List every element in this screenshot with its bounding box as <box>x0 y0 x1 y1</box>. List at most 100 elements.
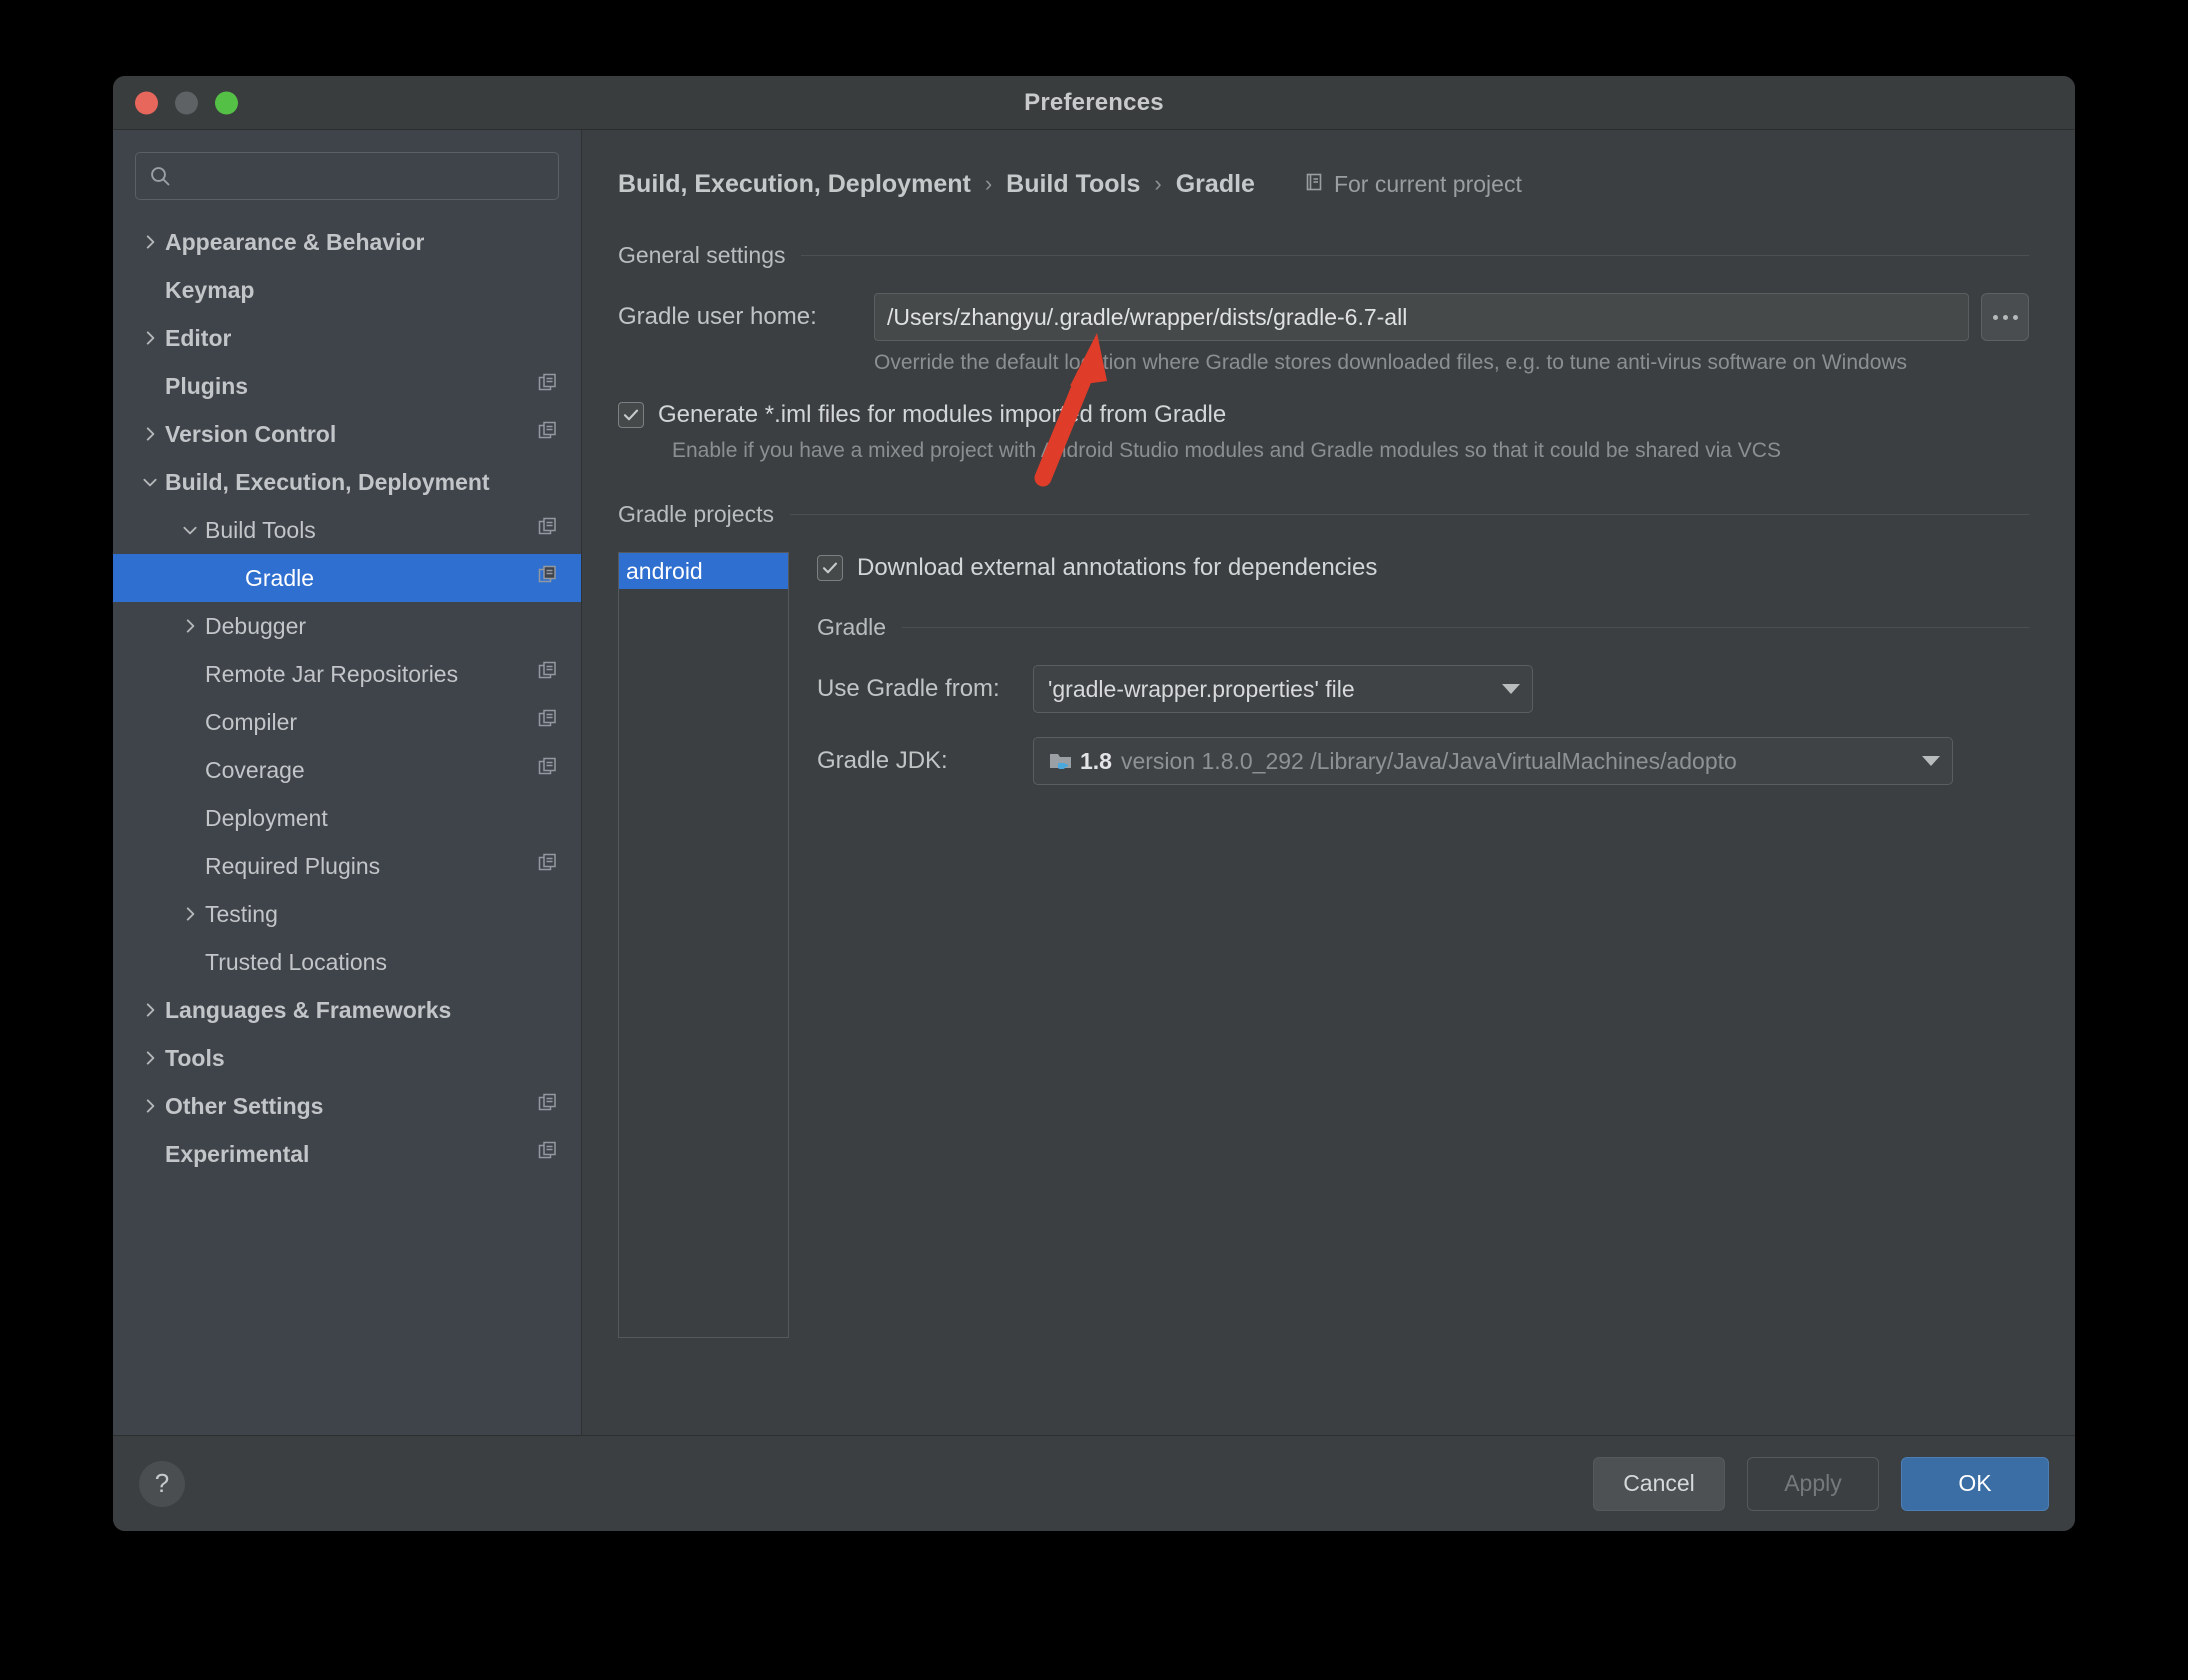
sidebar-item-coverage[interactable]: Coverage <box>113 746 581 794</box>
cancel-button[interactable]: Cancel <box>1593 1456 1725 1511</box>
section-divider <box>801 255 2029 256</box>
sidebar-item-debugger[interactable]: Debugger <box>113 602 581 650</box>
generate-iml-checkbox[interactable] <box>618 402 644 428</box>
chevron-down-icon <box>1502 684 1520 694</box>
sidebar-item-label: Testing <box>205 900 278 927</box>
gradle-projects-area: android Download external annotations fo… <box>618 552 2029 1338</box>
jdk-folder-icon <box>1048 749 1074 773</box>
sidebar-item-label: Languages & Frameworks <box>165 996 452 1023</box>
chevron-right-icon[interactable] <box>175 905 205 923</box>
sidebar-item-other-settings[interactable]: Other Settings <box>113 1082 581 1130</box>
copy-settings-icon[interactable] <box>537 852 559 880</box>
copy-settings-icon[interactable] <box>537 1092 559 1120</box>
sidebar-item-build-execution-deployment[interactable]: Build, Execution, Deployment <box>113 458 581 506</box>
sidebar-item-label: Debugger <box>205 612 307 639</box>
breadcrumb: Build, Execution, Deployment › Build Too… <box>618 164 2029 204</box>
list-item[interactable]: android <box>619 553 788 589</box>
use-gradle-from-dropdown[interactable]: 'gradle-wrapper.properties' file <box>1033 665 1533 713</box>
ellipsis-dot-icon <box>2012 314 2018 320</box>
breadcrumb-part-1[interactable]: Build Tools <box>1006 170 1140 199</box>
copy-settings-icon[interactable] <box>537 708 559 736</box>
sidebar-item-editor[interactable]: Editor <box>113 314 581 362</box>
copy-settings-icon[interactable] <box>537 516 559 544</box>
apply-button[interactable]: Apply <box>1747 1456 1879 1511</box>
sidebar-item-keymap[interactable]: Keymap <box>113 266 581 314</box>
chevron-down-icon <box>1922 756 1940 766</box>
general-settings-title: General settings <box>618 242 786 268</box>
generate-iml-hint: Enable if you have a mixed project with … <box>672 439 1781 462</box>
generate-iml-row[interactable]: Generate *.iml files for modules importe… <box>618 401 2029 429</box>
chevron-right-icon[interactable] <box>135 1049 165 1067</box>
copy-settings-icon[interactable] <box>537 1140 559 1168</box>
chevron-right-icon[interactable] <box>135 425 165 443</box>
gradle-jdk-detail: version 1.8.0_292 /Library/Java/JavaVirt… <box>1120 747 1737 774</box>
sidebar-item-remote-jar-repositories[interactable]: Remote Jar Repositories <box>113 650 581 698</box>
project-scope-label: For current project <box>1333 170 1522 197</box>
search-box[interactable] <box>135 152 559 200</box>
download-annotations-row[interactable]: Download external annotations for depend… <box>817 554 2029 582</box>
sidebar-item-plugins[interactable]: Plugins <box>113 362 581 410</box>
chevron-right-icon[interactable] <box>135 1001 165 1019</box>
sidebar-item-label: Remote Jar Repositories <box>205 660 459 687</box>
sidebar-item-required-plugins[interactable]: Required Plugins <box>113 842 581 890</box>
window-title: Preferences <box>1024 88 1164 116</box>
sidebar-item-gradle[interactable]: Gradle <box>113 554 581 602</box>
chevron-down-icon[interactable] <box>135 473 165 491</box>
sidebar-item-appearance-behavior[interactable]: Appearance & Behavior <box>113 218 581 266</box>
ok-button[interactable]: OK <box>1901 1456 2049 1511</box>
chevron-right-icon[interactable] <box>135 1097 165 1115</box>
sidebar-item-testing[interactable]: Testing <box>113 890 581 938</box>
section-divider <box>902 627 2029 628</box>
search-input[interactable] <box>180 164 546 188</box>
sidebar-item-deployment[interactable]: Deployment <box>113 794 581 842</box>
gradle-project-settings: Download external annotations for depend… <box>789 552 2029 1338</box>
sidebar-item-label: Appearance & Behavior <box>165 228 425 255</box>
sidebar-item-build-tools[interactable]: Build Tools <box>113 506 581 554</box>
chevron-right-icon[interactable] <box>135 233 165 251</box>
chevron-down-icon[interactable] <box>175 521 205 539</box>
sidebar-item-label: Coverage <box>205 756 305 783</box>
sidebar-item-tools[interactable]: Tools <box>113 1034 581 1082</box>
sidebar-item-languages-frameworks[interactable]: Languages & Frameworks <box>113 986 581 1034</box>
copy-settings-icon[interactable] <box>537 372 559 400</box>
project-scope-icon <box>1303 171 1325 198</box>
gradle-user-home-browse-button[interactable] <box>1981 293 2029 341</box>
chevron-right-icon[interactable] <box>175 617 205 635</box>
copy-settings-icon[interactable] <box>537 660 559 688</box>
sidebar-item-experimental[interactable]: Experimental <box>113 1130 581 1178</box>
gradle-user-home-input[interactable]: /Users/zhangyu/.gradle/wrapper/dists/gra… <box>874 293 1969 341</box>
copy-settings-icon[interactable] <box>537 564 559 592</box>
use-gradle-from-label: Use Gradle from: <box>817 675 1000 702</box>
help-button[interactable]: ? <box>139 1460 185 1507</box>
chevron-right-icon[interactable] <box>135 329 165 347</box>
window-body: Appearance & Behavior Keymap Editor Plugins… <box>113 130 2075 1435</box>
sidebar-item-label: Build Tools <box>205 516 316 543</box>
settings-sidebar: Appearance & Behavior Keymap Editor Plugins… <box>113 130 582 1435</box>
download-annotations-checkbox[interactable] <box>817 555 843 581</box>
gradle-projects-title: Gradle projects <box>618 501 774 527</box>
sidebar-item-label: Experimental <box>165 1140 310 1167</box>
sidebar-item-label: Other Settings <box>165 1092 324 1119</box>
preferences-window: Preferences Appearance & Behavior Keymap E… <box>113 76 2075 1531</box>
gradle-user-home-row: Gradle user home: /Users/zhangyu/.gradle… <box>618 293 2029 341</box>
settings-tree: Appearance & Behavior Keymap Editor Plugins… <box>113 214 581 1435</box>
ellipsis-dot-icon <box>1992 314 1998 320</box>
gradle-subsection-title: Gradle <box>817 614 887 640</box>
copy-settings-icon[interactable] <box>537 756 559 784</box>
sidebar-item-label: Plugins <box>165 372 249 399</box>
breadcrumb-part-2[interactable]: Gradle <box>1176 170 1255 199</box>
sidebar-search-wrapper <box>113 130 581 214</box>
gradle-projects-list[interactable]: android <box>618 552 789 1338</box>
sidebar-item-label: Trusted Locations <box>205 948 387 975</box>
sidebar-item-version-control[interactable]: Version Control <box>113 410 581 458</box>
sidebar-item-compiler[interactable]: Compiler <box>113 698 581 746</box>
breadcrumb-separator-icon: › <box>1154 171 1162 196</box>
sidebar-item-label: Required Plugins <box>205 852 381 879</box>
copy-settings-icon[interactable] <box>537 420 559 448</box>
use-gradle-from-value: 'gradle-wrapper.properties' file <box>1048 675 1355 702</box>
breadcrumb-separator-icon: › <box>984 171 993 196</box>
gradle-jdk-dropdown[interactable]: 1.8 version 1.8.0_292 /Library/Java/Java… <box>1033 737 1953 785</box>
breadcrumb-part-0[interactable]: Build, Execution, Deployment <box>618 170 971 199</box>
sidebar-item-trusted-locations[interactable]: Trusted Locations <box>113 938 581 986</box>
sidebar-item-label: Tools <box>165 1044 225 1071</box>
